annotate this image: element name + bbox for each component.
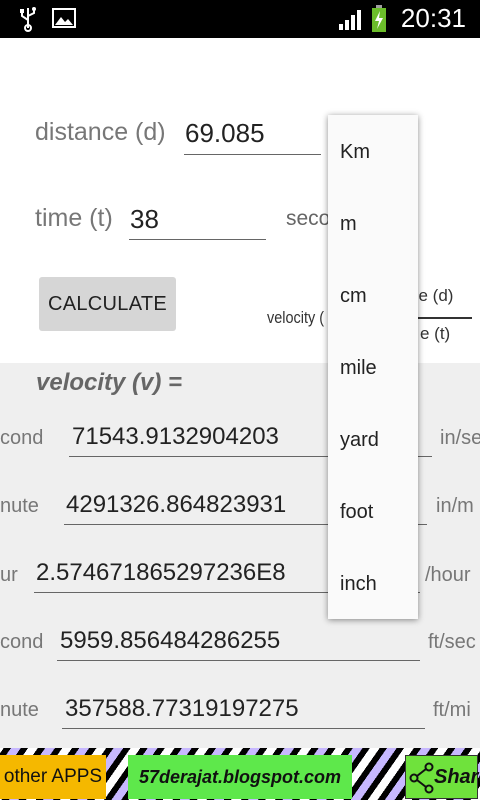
- result-row-5-underline: [62, 728, 425, 729]
- usb-icon: [18, 6, 38, 37]
- time-label: time (t): [35, 204, 113, 232]
- result-row-3-unit: /hour: [425, 564, 471, 586]
- distance-label: distance (d): [35, 118, 166, 146]
- distance-input-underline: [184, 154, 321, 155]
- result-row-4-underline: [57, 660, 420, 661]
- result-row-2-unit: in/m: [436, 495, 474, 517]
- dropdown-option-m[interactable]: m: [340, 213, 357, 236]
- result-row-1-value: 71543.9132904203: [72, 423, 279, 450]
- result-row-4-label: cond: [0, 631, 44, 653]
- result-row-4-value: 5959.856484286255: [60, 627, 281, 654]
- battery-icon: [371, 5, 387, 38]
- dropdown-option-km[interactable]: Km: [340, 141, 370, 164]
- time-input[interactable]: 38: [130, 204, 159, 235]
- dropdown-option-yard[interactable]: yard: [340, 429, 379, 452]
- dropdown-option-cm[interactable]: cm: [340, 285, 367, 308]
- image-icon: [52, 6, 76, 35]
- result-row-5-label: nute: [0, 699, 39, 721]
- share-button[interactable]: Share: [405, 755, 480, 799]
- result-row-3-label: ur: [0, 564, 18, 586]
- distance-unit-dropdown: Km m cm mile yard foot inch: [328, 115, 418, 619]
- share-label: Share: [434, 766, 480, 788]
- status-clock: 20:31: [400, 3, 466, 33]
- distance-input[interactable]: 69.085: [185, 118, 265, 149]
- result-row-2-label: nute: [0, 495, 39, 517]
- result-row-1-unit: in/se: [440, 427, 480, 449]
- time-input-underline: [129, 239, 266, 240]
- result-row-1-label: cond: [0, 427, 44, 449]
- other-apps-button[interactable]: other APPS: [0, 755, 106, 799]
- blog-link[interactable]: 57derajat.blogspot.com: [128, 755, 352, 799]
- dropdown-option-inch[interactable]: inch: [340, 573, 377, 596]
- dropdown-option-mile[interactable]: mile: [340, 357, 377, 380]
- calculate-button[interactable]: CALCULATE: [39, 277, 176, 331]
- status-bar: 20:31: [0, 0, 480, 38]
- result-row-2-value: 4291326.864823931: [66, 491, 287, 518]
- result-row-5-value: 357588.77319197275: [65, 695, 299, 722]
- velocity-title: velocity (v) =: [36, 369, 183, 396]
- result-row-5-unit: ft/mi: [433, 699, 471, 721]
- formula-left-text: velocity (: [267, 308, 325, 327]
- time-unit-spinner[interactable]: seco: [286, 207, 330, 231]
- formula-denominator-text: e (t): [420, 324, 451, 343]
- result-row-3-value: 2.574671865297236E8: [36, 559, 286, 586]
- result-row-4-unit: ft/sec: [428, 631, 476, 653]
- share-icon: [409, 762, 434, 794]
- dropdown-option-foot[interactable]: foot: [340, 501, 373, 524]
- signal-icon: [338, 8, 364, 37]
